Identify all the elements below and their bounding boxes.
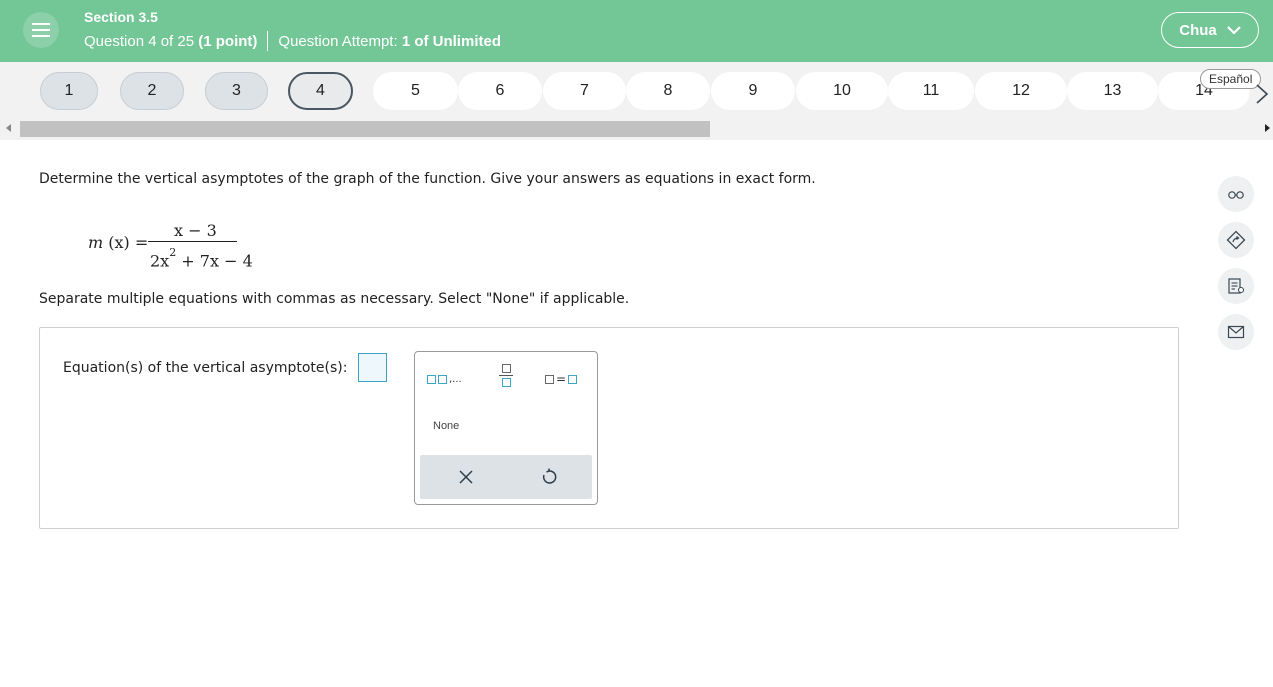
- placeholder-box-icon: [501, 364, 511, 373]
- answer-panel: [39, 327, 1179, 529]
- math-palette: ,... = None: [414, 351, 598, 505]
- notes-tool-button[interactable]: [1218, 268, 1254, 304]
- question-pill-6[interactable]: 6: [458, 72, 542, 110]
- user-menu-button[interactable]: Chua: [1161, 12, 1259, 48]
- placeholder-box-icon: [568, 374, 578, 384]
- attempt-value: 1 of Unlimited: [401, 32, 501, 50]
- question-pill-7[interactable]: 7: [543, 72, 626, 110]
- formula-lhs: m (x) =: [88, 233, 149, 252]
- hamburger-icon: [32, 23, 50, 37]
- notes-icon: [1228, 278, 1245, 294]
- question-pill-9[interactable]: 9: [711, 72, 795, 110]
- question-prompt: Determine the vertical asymptotes of the…: [39, 171, 816, 187]
- question-pill-12[interactable]: 12: [975, 72, 1067, 110]
- close-icon[interactable]: [458, 469, 474, 485]
- answer-label: Equation(s) of the vertical asymptote(s)…: [63, 360, 348, 376]
- scroll-right-arrow[interactable]: [1265, 124, 1270, 132]
- answer-instructions: Separate multiple equations with commas …: [39, 291, 630, 307]
- question-pill-13[interactable]: 13: [1067, 72, 1158, 110]
- question-pill-4[interactable]: 4: [288, 72, 353, 110]
- question-pill-10[interactable]: 10: [796, 72, 888, 110]
- mail-icon: [1227, 325, 1245, 339]
- formula-denominator: 2x2 + 7x − 4: [150, 246, 253, 271]
- hint-icon: [1226, 230, 1246, 250]
- fraction-template-button[interactable]: [495, 364, 517, 387]
- equation-template-button[interactable]: =: [545, 369, 578, 389]
- formula-numerator: x − 3: [174, 221, 217, 240]
- divider: [267, 31, 269, 51]
- chevron-right-icon[interactable]: [1254, 82, 1270, 106]
- message-tool-button[interactable]: [1218, 314, 1254, 350]
- placeholder-box-icon: [427, 374, 436, 384]
- readspeaker-tool-button[interactable]: [1218, 176, 1254, 212]
- scroll-left-arrow[interactable]: [6, 124, 11, 132]
- fraction-bar: [148, 241, 237, 242]
- menu-button[interactable]: [23, 12, 59, 48]
- glasses-icon: [1228, 191, 1244, 199]
- question-pill-3[interactable]: 3: [205, 72, 268, 110]
- hint-tool-button[interactable]: [1218, 222, 1254, 258]
- chevron-down-icon: [1226, 26, 1241, 35]
- answer-input[interactable]: [358, 353, 387, 382]
- attempt-label: Question Attempt:: [278, 32, 398, 50]
- app-header: Section 3.5 Question 4 of 25 (1 point) Q…: [0, 0, 1273, 62]
- undo-icon[interactable]: [540, 468, 558, 486]
- palette-actions: [420, 455, 592, 499]
- scrollbar-thumb[interactable]: [20, 121, 710, 137]
- user-name: Chua: [1179, 21, 1217, 39]
- question-pill-1[interactable]: 1: [40, 72, 98, 110]
- placeholder-box-icon: [501, 378, 511, 387]
- none-button[interactable]: None: [433, 420, 459, 432]
- section-title: Section 3.5: [84, 9, 158, 25]
- question-points: (1 point): [198, 32, 258, 50]
- question-pill-11[interactable]: 11: [888, 72, 974, 110]
- question-info: Question 4 of 25 (1 point) Question Atte…: [84, 31, 501, 51]
- list-template-button[interactable]: ,...: [427, 369, 462, 389]
- question-pill-5[interactable]: 5: [373, 72, 458, 110]
- fraction-line: [499, 375, 513, 376]
- language-toggle-button[interactable]: Español: [1200, 69, 1262, 89]
- question-pill-8[interactable]: 8: [626, 72, 710, 110]
- placeholder-box-icon: [545, 374, 554, 384]
- placeholder-box-icon: [438, 374, 447, 384]
- question-pill-2[interactable]: 2: [120, 72, 184, 110]
- question-number: Question 4 of 25: [84, 32, 195, 50]
